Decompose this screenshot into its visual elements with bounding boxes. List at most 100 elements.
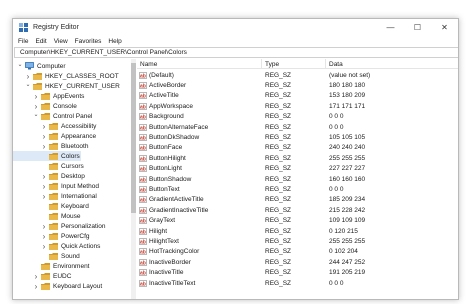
chevron-right-icon[interactable]: ›	[33, 281, 39, 291]
value-row[interactable]: ab (Default) REG_SZ (value not set)	[137, 70, 458, 80]
column-header-data[interactable]: Data	[326, 59, 458, 69]
value-name-cell: ab ButtonHilight	[139, 153, 186, 163]
chevron-right-icon[interactable]: ›	[41, 171, 47, 181]
value-row[interactable]: ab ButtonFace REG_SZ 240 240 240	[137, 143, 458, 153]
tree-item[interactable]: › Console	[13, 101, 77, 111]
column-header-name-label: Name	[140, 60, 158, 68]
tree-item[interactable]: › PowerCfg	[13, 231, 90, 241]
svg-text:ab: ab	[140, 135, 146, 140]
value-row[interactable]: ab Hilight REG_SZ 0 120 215	[137, 226, 458, 236]
tree-item[interactable]: › Personalization	[13, 221, 106, 231]
tree-item[interactable]: › Bluetooth	[13, 141, 89, 151]
value-type: REG_SZ	[265, 123, 292, 131]
value-data: 185 209 234	[329, 196, 366, 204]
svg-text:ab: ab	[140, 219, 146, 224]
value-row[interactable]: ab Background REG_SZ 0 0 0	[137, 112, 458, 122]
value-name: GradientInactiveTitle	[149, 206, 209, 214]
tree-item[interactable]: › EUDC	[13, 271, 72, 281]
tree-item[interactable]: Colors	[13, 151, 81, 161]
value-data: 191 205 219	[329, 269, 366, 277]
folder-icon	[41, 272, 50, 280]
tree-item[interactable]: Keyboard	[13, 201, 89, 211]
tree-item[interactable]: Environment	[13, 261, 90, 271]
tree-item-label: Input Method	[61, 182, 99, 190]
value-row[interactable]: ab AppWorkspace REG_SZ 171 171 171	[137, 101, 458, 111]
value-row[interactable]: ab InactiveTitle REG_SZ 191 205 219	[137, 268, 458, 278]
close-button[interactable]: ✕	[431, 19, 458, 36]
tree-scrollbar[interactable]	[131, 59, 136, 299]
value-row[interactable]: ab ActiveTitle REG_SZ 153 180 209	[137, 91, 458, 101]
folder-icon	[41, 112, 50, 120]
value-row[interactable]: ab ButtonDkShadow REG_SZ 105 105 105	[137, 132, 458, 142]
value-data: (value not set)	[329, 71, 371, 79]
menu-help[interactable]: Help	[108, 38, 121, 45]
chevron-right-icon[interactable]: ›	[33, 91, 39, 101]
value-data: 0 0 0	[329, 279, 344, 287]
value-row[interactable]: ab GradientInactiveTitle REG_SZ 215 228 242	[137, 205, 458, 215]
chevron-right-icon[interactable]: ›	[41, 191, 47, 201]
tree-scrollbar-thumb[interactable]	[131, 63, 136, 213]
value-row[interactable]: ab GrayText REG_SZ 109 109 109	[137, 216, 458, 226]
folder-icon	[49, 242, 58, 250]
tree-item[interactable]: ⌄ HKEY_CURRENT_USER	[13, 81, 120, 91]
chevron-right-icon[interactable]: ›	[41, 141, 47, 151]
tree-item[interactable]: Sound	[13, 251, 80, 261]
menu-edit[interactable]: Edit	[35, 38, 46, 45]
value-row[interactable]: ab HotTrackingColor REG_SZ 0 102 204	[137, 247, 458, 257]
tree-item-label: AppEvents	[53, 92, 85, 100]
chevron-down-icon[interactable]: ⌄	[25, 80, 31, 90]
tree-item[interactable]: › Desktop	[13, 171, 85, 181]
value-name-cell: ab GradientActiveTitle	[139, 195, 204, 205]
value-type: REG_SZ	[265, 102, 292, 110]
folder-icon	[41, 102, 50, 110]
menu-view[interactable]: View	[54, 38, 68, 45]
address-bar[interactable]: Computer\HKEY_CURRENT_USER\Control Panel…	[14, 47, 458, 58]
value-row[interactable]: ab InactiveBorder REG_SZ 244 247 252	[137, 257, 458, 267]
menu-file[interactable]: File	[18, 38, 28, 45]
maximize-button[interactable]: ☐	[404, 19, 431, 36]
chevron-right-icon[interactable]: ›	[41, 181, 47, 191]
tree-item[interactable]: ⌄ Computer	[13, 61, 66, 71]
tree-item[interactable]: Mouse	[13, 211, 81, 221]
chevron-right-icon[interactable]: ›	[41, 131, 47, 141]
svg-text:ab: ab	[140, 177, 146, 182]
tree-item[interactable]: › Quick Actions	[13, 241, 101, 251]
chevron-right-icon[interactable]: ›	[41, 221, 47, 231]
window-title: Registry Editor	[33, 24, 79, 31]
value-row[interactable]: ab ButtonAlternateFace REG_SZ 0 0 0	[137, 122, 458, 132]
tree-item[interactable]: › AppEvents	[13, 91, 85, 101]
value-row[interactable]: ab ActiveBorder REG_SZ 180 180 180	[137, 80, 458, 90]
tree-item[interactable]: › International	[13, 191, 97, 201]
chevron-down-icon[interactable]: ⌄	[17, 60, 23, 70]
value-row[interactable]: ab ButtonText REG_SZ 0 0 0	[137, 184, 458, 194]
tree-item[interactable]: › Input Method	[13, 181, 99, 191]
value-row[interactable]: ab HilightText REG_SZ 255 255 255	[137, 236, 458, 246]
column-header-type[interactable]: Type	[262, 59, 326, 69]
minimize-button[interactable]: —	[377, 19, 404, 36]
value-row[interactable]: ab ButtonHilight REG_SZ 255 255 255	[137, 153, 458, 163]
value-row[interactable]: ab ButtonLight REG_SZ 227 227 227	[137, 164, 458, 174]
chevron-right-icon[interactable]: ›	[41, 231, 47, 241]
tree-item[interactable]: Cursors	[13, 161, 84, 171]
tree-item[interactable]: › Accessibility	[13, 121, 97, 131]
tree-item[interactable]: ⌄ Control Panel	[13, 111, 92, 121]
value-row[interactable]: ab ButtonShadow REG_SZ 160 160 160	[137, 174, 458, 184]
menu-favorites[interactable]: Favorites	[75, 38, 102, 45]
value-row[interactable]: ab InactiveTitleText REG_SZ 0 0 0	[137, 278, 458, 288]
value-row[interactable]: ab GradientActiveTitle REG_SZ 185 209 234	[137, 195, 458, 205]
title-bar[interactable]: Registry Editor — ☐ ✕	[13, 19, 458, 36]
value-data: 215 228 242	[329, 206, 366, 214]
chevron-right-icon[interactable]: ›	[33, 271, 39, 281]
chevron-down-icon[interactable]: ⌄	[33, 110, 39, 120]
folder-icon	[49, 182, 58, 190]
tree-item[interactable]: › Appearance	[13, 131, 96, 141]
reg-sz-icon: ab	[139, 82, 147, 89]
chevron-right-icon[interactable]: ›	[41, 241, 47, 251]
chevron-right-icon[interactable]: ›	[41, 121, 47, 131]
column-header-name[interactable]: Name	[137, 59, 262, 69]
registry-tree: ⌄ Computer › HKEY_CLASSES_ROOT ⌄ HKEY_CURRENT…	[13, 59, 136, 299]
tree-item-label: Keyboard Layout	[53, 282, 103, 290]
tree-item[interactable]: › Keyboard Layout	[13, 281, 103, 291]
value-data: 180 180 180	[329, 81, 366, 89]
